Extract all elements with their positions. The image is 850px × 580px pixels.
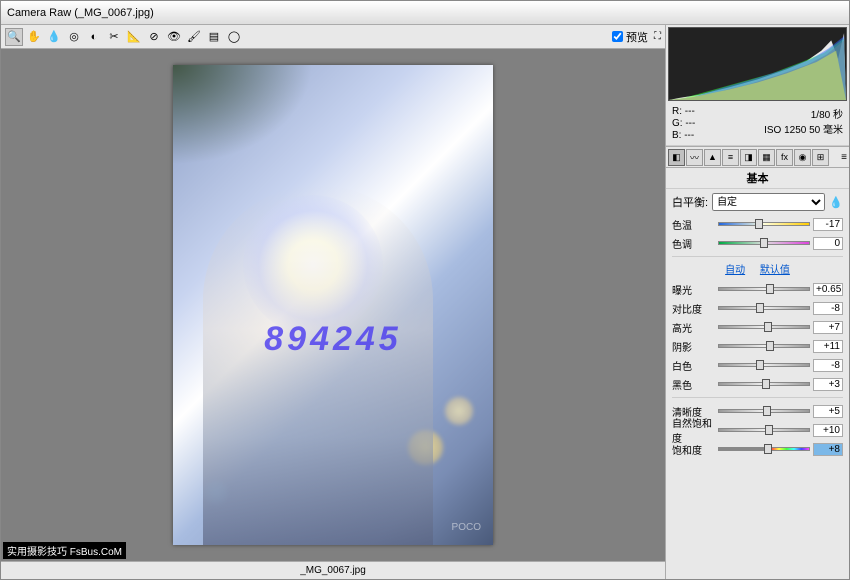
tab-detail-icon[interactable]: ▲	[704, 149, 721, 166]
tab-lens-icon[interactable]: ▦	[758, 149, 775, 166]
tab-curve-icon[interactable]: 〰	[686, 149, 703, 166]
redeye-tool-icon[interactable]: 👁	[165, 28, 183, 46]
watermark: 894245	[264, 320, 401, 359]
slider-whites[interactable]: 白色-8	[672, 356, 843, 374]
zoom-tool-icon[interactable]: 🔍	[5, 28, 23, 46]
window-title: Camera Raw (_MG_0067.jpg)	[7, 7, 154, 19]
meta-g: G: ---	[672, 118, 695, 130]
default-link[interactable]: 默认值	[760, 265, 790, 276]
auto-link[interactable]: 自动	[725, 265, 745, 276]
slider-temp[interactable]: 色温-17	[672, 215, 843, 233]
wb-tool-icon[interactable]: 💧	[45, 28, 63, 46]
preview-label: 预览	[626, 29, 648, 45]
spot-tool-icon[interactable]: ⊘	[145, 28, 163, 46]
histogram[interactable]	[668, 27, 847, 101]
targeted-adjust-icon[interactable]: ◐	[85, 28, 103, 46]
tab-preset-icon[interactable]: ⊞	[812, 149, 829, 166]
hand-tool-icon[interactable]: ✋	[25, 28, 43, 46]
basic-panel: 白平衡: 自定 💧 色温-17 色调0 自动 默认值 曝光+0.65 对比度-8…	[666, 189, 849, 579]
tab-split-icon[interactable]: ◨	[740, 149, 757, 166]
attribution: 实用摄影技巧 FsBus.CoM	[3, 542, 126, 559]
filename-bar: _MG_0067.jpg	[1, 561, 665, 579]
poco-mark: POCO	[452, 522, 481, 533]
photo-preview: 894245 POCO	[173, 65, 493, 545]
fullscreen-icon[interactable]: ⛶	[654, 31, 661, 42]
slider-blacks[interactable]: 黑色+3	[672, 375, 843, 393]
straighten-tool-icon[interactable]: 📐	[125, 28, 143, 46]
meta-info: R: --- G: --- B: --- 1/80 秒 ISO 1250 50 …	[666, 103, 849, 146]
adjust-brush-icon[interactable]: 🖌	[185, 28, 203, 46]
meta-r: R: ---	[672, 106, 695, 118]
graduated-icon[interactable]: ▤	[205, 28, 223, 46]
radial-icon[interactable]: ◯	[225, 28, 243, 46]
slider-shadows[interactable]: 阴影+11	[672, 337, 843, 355]
slider-vibrance[interactable]: 自然饱和度+10	[672, 421, 843, 439]
preview-toggle[interactable]: 预览	[612, 29, 648, 45]
slider-tint[interactable]: 色调0	[672, 234, 843, 252]
panel-title: 基本	[666, 168, 849, 189]
tab-calib-icon[interactable]: ◉	[794, 149, 811, 166]
tab-fx-icon[interactable]: fx	[776, 149, 793, 166]
meta-b: B: ---	[672, 130, 695, 142]
slider-exposure[interactable]: 曝光+0.65	[672, 280, 843, 298]
preview-checkbox[interactable]	[612, 31, 623, 42]
slider-contrast[interactable]: 对比度-8	[672, 299, 843, 317]
meta-iso: ISO 1250 50 毫米	[764, 121, 843, 136]
wb-label: 白平衡:	[672, 194, 708, 210]
titlebar: Camera Raw (_MG_0067.jpg)	[1, 1, 849, 25]
canvas[interactable]: 894245 POCO 实用摄影技巧 FsBus.CoM	[1, 49, 665, 561]
wb-select[interactable]: 自定	[712, 193, 825, 211]
tab-hsl-icon[interactable]: ≡	[722, 149, 739, 166]
tabstrip: ◧ 〰 ▲ ≡ ◨ ▦ fx ◉ ⊞ ≡	[666, 146, 849, 168]
panel-menu-icon[interactable]: ≡	[841, 152, 847, 163]
tab-basic-icon[interactable]: ◧	[668, 149, 685, 166]
toolbar: 🔍 ✋ 💧 ◎ ◐ ✂ 📐 ⊘ 👁 🖌 ▤ ◯ 预览 ⛶	[1, 25, 665, 49]
crop-tool-icon[interactable]: ✂	[105, 28, 123, 46]
slider-highlights[interactable]: 高光+7	[672, 318, 843, 336]
slider-saturation[interactable]: 饱和度+8	[672, 440, 843, 458]
wb-eyedropper-icon[interactable]: 💧	[829, 196, 843, 209]
color-sampler-icon[interactable]: ◎	[65, 28, 83, 46]
meta-shutter: 1/80 秒	[764, 106, 843, 121]
